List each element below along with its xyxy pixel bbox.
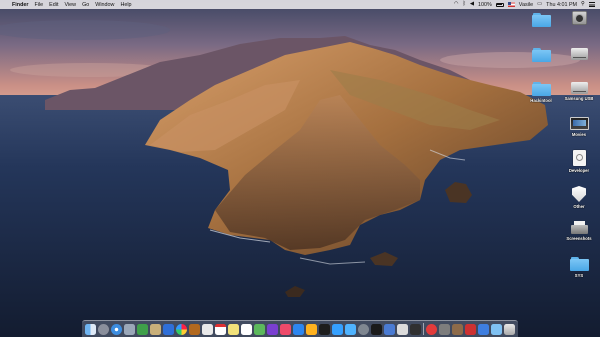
clock[interactable]: Thu 4:01 PM [546,2,577,8]
battery-percent[interactable]: 100% [478,2,492,8]
folder-icon [531,13,551,27]
launchpad-icon[interactable] [98,323,109,335]
desktop-wallpaper [0,0,600,337]
shield-icon [572,186,586,202]
menu-go[interactable]: Go [82,2,89,8]
dock-separator [423,323,424,335]
input-source-flag-icon[interactable] [507,2,515,7]
trash-icon[interactable] [503,323,515,335]
bluetooth-icon[interactable]: ᛒ [463,0,466,9]
utility-icon[interactable] [438,323,450,335]
folder-icon [569,257,589,271]
desktop-movies[interactable]: Movies [562,117,596,137]
desktop-folder-sys[interactable]: SYS [562,257,596,278]
calendar-icon[interactable] [215,323,226,335]
menu-extras: ◠ ᛒ ◀ 100% Vasile ▭ Thu 4:01 PM ⚲ [450,0,595,9]
app-store-icon[interactable] [293,323,304,335]
textedit-icon[interactable] [241,323,252,335]
maps-icon[interactable] [254,323,265,335]
desktop-icon-label: Developer [568,168,590,173]
app-store-icon[interactable] [477,323,489,335]
dice-icon[interactable] [464,323,476,335]
desktop-icon-label: Hackintool [530,98,552,103]
desktop-drive-top-4[interactable] [562,48,596,62]
mail-icon[interactable] [163,323,174,335]
downloads-folder-icon[interactable] [490,323,502,335]
menu-help[interactable]: Help [120,2,131,8]
disk-utility-icon[interactable] [397,323,408,335]
user-name[interactable]: Vasile [519,2,533,8]
system-preferences-icon[interactable] [358,323,369,335]
activity-monitor-icon[interactable] [384,323,395,335]
safari-icon[interactable] [111,323,122,335]
menu-edit[interactable]: Edit [49,2,58,8]
notes-book-icon[interactable] [189,323,200,335]
menu-window[interactable]: Window [95,2,114,8]
desktop-folder-top-1[interactable] [524,13,558,29]
folder-icon [531,48,551,62]
menu-app-finder[interactable]: Finder [12,2,28,8]
desktop-folder-top-3[interactable] [524,48,558,64]
messages-icon[interactable] [332,323,343,335]
preview-icon[interactable] [345,323,356,335]
document-icon [572,150,586,166]
desktop-folder-hackintool[interactable]: Hackintool [524,82,558,103]
tv-icon[interactable] [319,323,330,335]
podcasts-icon[interactable] [267,323,278,335]
menu-view[interactable]: View [64,2,76,8]
no-entry-icon[interactable] [425,323,437,335]
finder-icon[interactable] [85,323,96,335]
desktop-screenshots[interactable]: Screenshots [562,221,596,241]
books-icon[interactable] [306,323,317,335]
desktop-icon-label: Other [573,204,585,209]
notification-center-icon[interactable] [589,2,595,7]
volume-icon[interactable]: ◀ [470,0,474,9]
dock [82,320,518,337]
music-icon[interactable] [280,323,291,335]
terminal-icon[interactable] [371,323,382,335]
desktop-icon-label: Movies [571,132,587,137]
menu-bar: Finder File Edit View Go Window Help ◠ ᛒ… [0,0,600,9]
notes-icon[interactable] [228,323,239,335]
menu-file[interactable]: File [34,2,43,8]
airplay-icon[interactable]: ▭ [537,0,542,9]
desktop-icon-label: SYS [574,273,584,278]
tools-icon[interactable] [451,323,463,335]
movies-icon [569,117,589,130]
external-drive-icon [570,48,588,60]
desktop-samsung-usb[interactable]: Samsung USB [562,82,596,101]
facetime-icon[interactable] [137,323,148,335]
hard-disk-icon [571,11,587,25]
printer-icon [570,221,588,234]
reminders-icon[interactable] [202,323,213,335]
battery-icon[interactable] [495,2,504,7]
spotlight-search-icon[interactable]: ⚲ [581,0,585,9]
usb-drive-icon [570,82,588,94]
desktop-icon-label: Screenshots [566,236,592,241]
contacts-icon[interactable] [150,323,161,335]
desktop-icon-label: Samsung USB [564,96,594,101]
photos-browser-icon[interactable] [124,323,135,335]
photos-icon[interactable] [176,323,187,335]
desktop-developer[interactable]: Developer [562,150,596,173]
desktop-macintosh-hd[interactable] [562,11,596,27]
wifi-icon[interactable]: ◠ [454,0,459,9]
desktop-other[interactable]: Other [562,186,596,209]
hackintool-icon[interactable] [410,323,421,335]
folder-icon [531,82,551,96]
